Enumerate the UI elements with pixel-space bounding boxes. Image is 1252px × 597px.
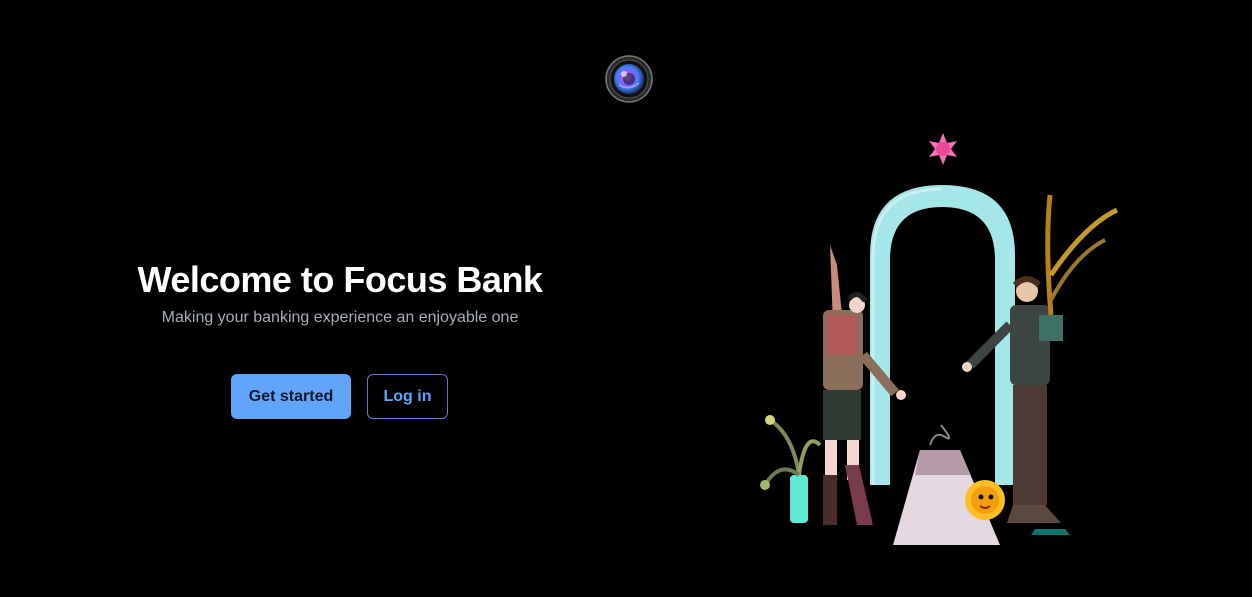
get-started-button[interactable]: Get started — [231, 374, 351, 419]
hero-section: Welcome to Focus Bank Making your bankin… — [100, 258, 580, 328]
page-title: Welcome to Focus Bank — [137, 259, 543, 300]
login-button[interactable]: Log in — [367, 374, 448, 419]
welcome-page: Welcome to Focus Bank Making your bankin… — [0, 0, 1252, 597]
page-subtitle: Making your banking experience an enjoya… — [161, 309, 519, 326]
camera-lens-logo-icon — [605, 55, 653, 103]
hero-actions: Get started Log in — [231, 374, 448, 419]
welcome-arch-illustration-icon — [745, 125, 1145, 555]
